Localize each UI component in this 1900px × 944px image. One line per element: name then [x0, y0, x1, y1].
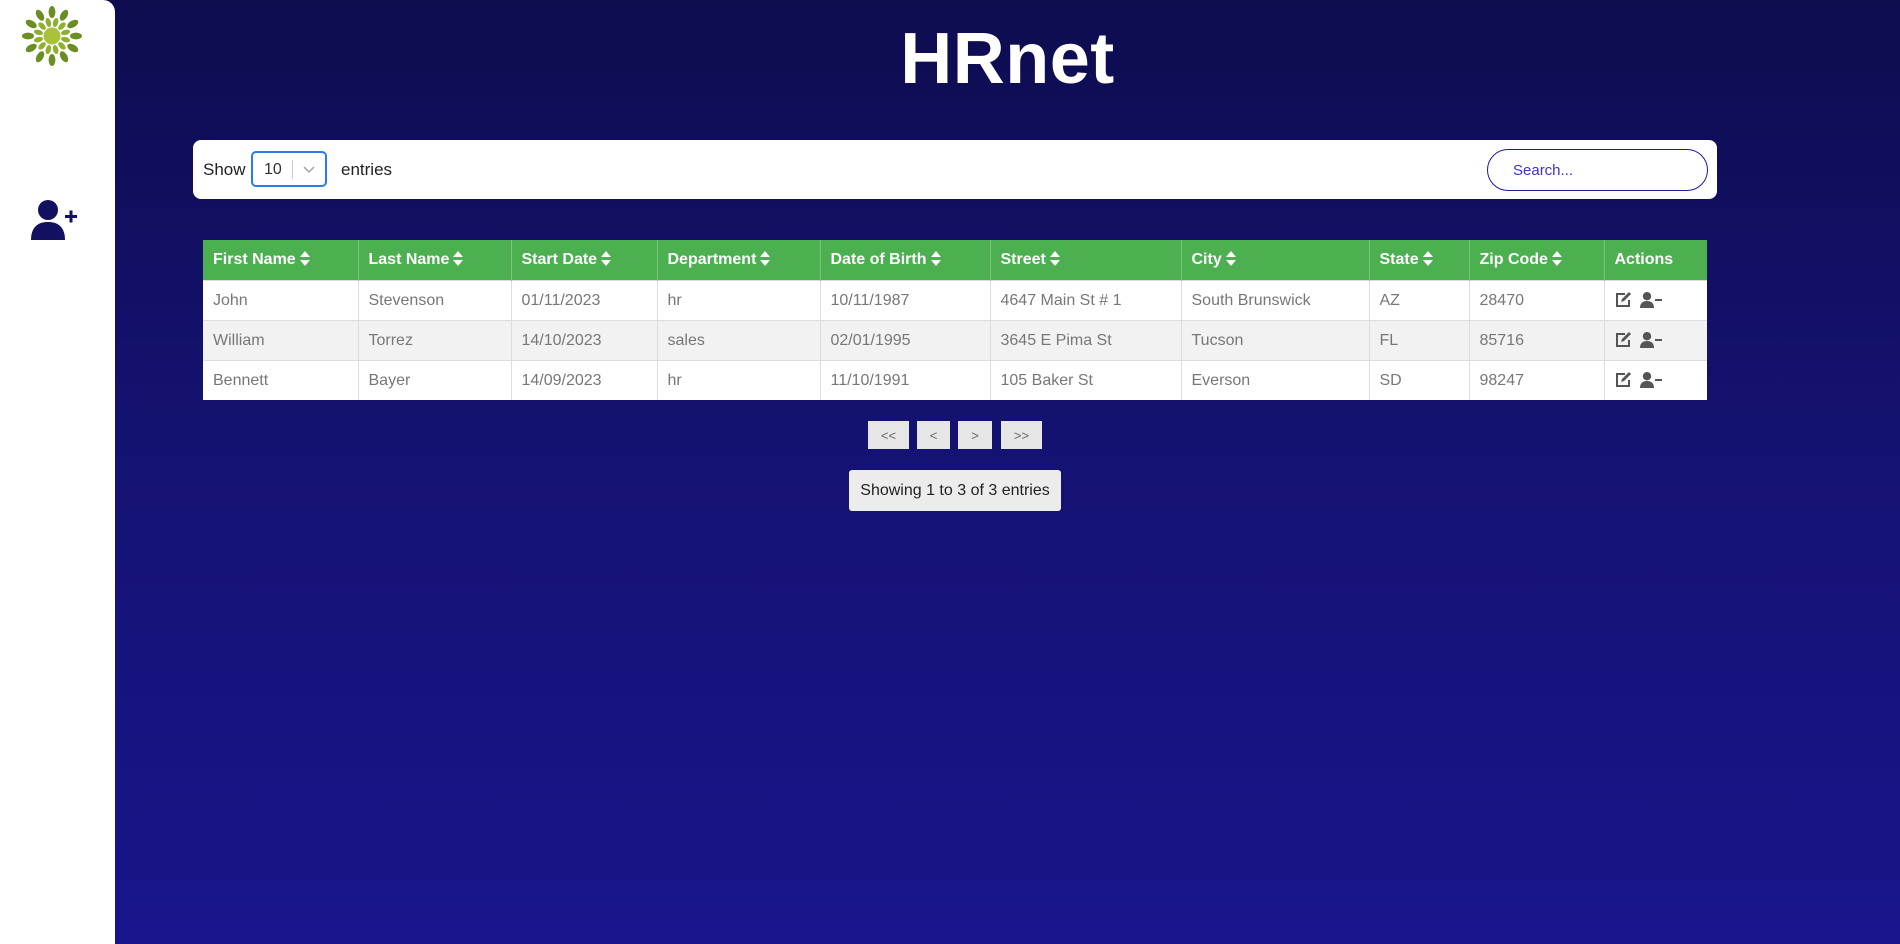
table-controls: Show 10 entries	[193, 140, 1717, 199]
column-header-department[interactable]: Department	[657, 240, 821, 281]
cell-city: Everson	[1181, 360, 1370, 400]
cell-city: South Brunswick	[1181, 280, 1370, 321]
user-minus-icon[interactable]	[1639, 332, 1662, 349]
column-header-label: Actions	[1614, 251, 1674, 268]
first-page-button[interactable]: <<	[868, 421, 909, 449]
cell-state: SD	[1369, 360, 1470, 400]
column-header-label: City	[1191, 251, 1222, 268]
edit-icon[interactable]	[1615, 292, 1632, 308]
cell-actions	[1604, 360, 1707, 400]
sort-icon	[760, 251, 771, 266]
column-header-label: First Name	[213, 251, 296, 268]
column-header-city[interactable]: City	[1181, 240, 1370, 281]
page-title: HRnet	[900, 19, 1115, 99]
column-header-date-of-birth[interactable]: Date of Birth	[820, 240, 991, 281]
sort-icon	[453, 251, 464, 266]
user-minus-icon[interactable]	[1639, 292, 1662, 309]
column-header-start-date[interactable]: Start Date	[511, 240, 658, 281]
entries-label: entries	[341, 160, 393, 179]
page-size-value: 10	[264, 161, 282, 178]
column-header-label: State	[1379, 251, 1419, 268]
column-header-label: Zip Code	[1479, 251, 1548, 268]
sort-icon	[601, 251, 612, 266]
cell-date-of-birth: 02/01/1995	[820, 320, 991, 361]
cell-first-name: William	[203, 320, 359, 361]
cell-street: 3645 E Pima St	[990, 320, 1182, 361]
cell-start-date: 14/10/2023	[511, 320, 658, 361]
cell-zip-code: 28470	[1469, 280, 1605, 321]
search-input[interactable]	[1487, 149, 1708, 191]
cell-date-of-birth: 11/10/1991	[820, 360, 991, 400]
cell-state: FL	[1369, 320, 1470, 361]
cell-state: AZ	[1369, 280, 1470, 321]
sort-icon	[930, 251, 941, 266]
column-header-zip-code[interactable]: Zip Code	[1469, 240, 1605, 281]
column-header-state[interactable]: State	[1369, 240, 1470, 281]
column-header-first-name[interactable]: First Name	[203, 240, 359, 281]
cell-last-name: Stevenson	[358, 280, 512, 321]
sort-icon	[299, 251, 310, 266]
sort-icon	[1422, 251, 1433, 266]
user-plus-icon[interactable]	[31, 199, 79, 241]
last-page-button[interactable]: >>	[1001, 421, 1042, 449]
cell-start-date: 14/09/2023	[511, 360, 658, 400]
sort-icon	[1049, 251, 1060, 266]
column-header-label: Last Name	[368, 251, 450, 268]
table-row: John Stevenson 01/11/2023 hr 10/11/1987 …	[203, 280, 1707, 321]
cell-start-date: 01/11/2023	[511, 280, 658, 321]
cell-zip-code: 85716	[1469, 320, 1605, 361]
sort-icon	[1225, 251, 1236, 266]
cell-department: sales	[657, 320, 821, 361]
cell-zip-code: 98247	[1469, 360, 1605, 400]
prev-page-button[interactable]: <	[917, 421, 950, 449]
page-size-select[interactable]: 10	[251, 151, 327, 187]
employee-table: First Name Last Name Start Date Departme…	[203, 240, 1707, 400]
sidebar	[0, 0, 115, 944]
cell-actions	[1604, 320, 1707, 361]
table-header-row: First Name Last Name Start Date Departme…	[203, 240, 1707, 281]
edit-icon[interactable]	[1615, 372, 1632, 388]
cell-first-name: Bennett	[203, 360, 359, 400]
show-label: Show	[203, 160, 246, 179]
column-header-street[interactable]: Street	[990, 240, 1182, 281]
sort-icon	[1551, 251, 1562, 266]
cell-department: hr	[657, 360, 821, 400]
column-header-label: Street	[1000, 251, 1046, 268]
cell-street: 4647 Main St # 1	[990, 280, 1182, 321]
cell-last-name: Torrez	[358, 320, 512, 361]
cell-date-of-birth: 10/11/1987	[820, 280, 991, 321]
select-separator	[292, 160, 293, 179]
cell-department: hr	[657, 280, 821, 321]
entries-info: Showing 1 to 3 of 3 entries	[849, 470, 1061, 511]
user-minus-icon[interactable]	[1639, 372, 1662, 389]
column-header-last-name[interactable]: Last Name	[358, 240, 512, 281]
column-header-label: Department	[667, 251, 757, 268]
next-page-button[interactable]: >	[958, 421, 992, 449]
flower-logo-icon	[22, 6, 82, 66]
edit-icon[interactable]	[1615, 332, 1632, 348]
cell-first-name: John	[203, 280, 359, 321]
column-header-label: Date of Birth	[830, 251, 927, 268]
cell-city: Tucson	[1181, 320, 1370, 361]
table-row: William Torrez 14/10/2023 sales 02/01/19…	[203, 320, 1707, 361]
column-header-label: Start Date	[521, 251, 598, 268]
cell-last-name: Bayer	[358, 360, 512, 400]
chevron-down-icon	[303, 166, 315, 174]
cell-street: 105 Baker St	[990, 360, 1182, 400]
table-row: Bennett Bayer 14/09/2023 hr 11/10/1991 1…	[203, 360, 1707, 400]
cell-actions	[1604, 280, 1707, 321]
column-header-actions: Actions	[1604, 240, 1707, 281]
